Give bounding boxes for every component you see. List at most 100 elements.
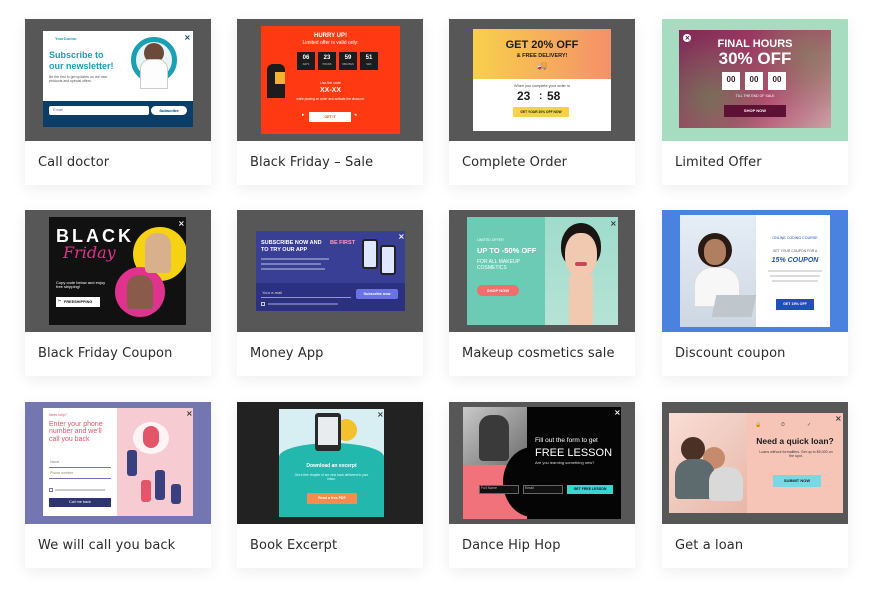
close-icon: × — [614, 408, 621, 417]
countdown-minutes: 59 — [344, 55, 352, 61]
popup-preview: Need help? Enter your phone number and w… — [43, 408, 193, 516]
template-card-book-excerpt[interactable]: Download an excerpt Get a free chapter o… — [237, 402, 423, 568]
template-card-get-a-loan[interactable]: 🔒 ⏱ ✓ Need a quick loan? Loans without f… — [662, 402, 848, 568]
promo-code: XX-XX — [319, 87, 341, 94]
template-preview: ONLINE CODING COURSE GET YOUR COUPON FOR… — [662, 210, 848, 332]
template-name: Book Excerpt — [250, 538, 338, 553]
scissors-icon: ✂ — [58, 298, 62, 303]
countdown-hours: 23 — [323, 55, 331, 61]
template-card-black-friday-sale[interactable]: HURRY UP! Limited offer is valid only: 0… — [237, 19, 423, 185]
popup-preview: Fill out the form to get FREE LESSON Are… — [463, 407, 621, 519]
popup-title: Need a quick loan? — [756, 436, 834, 446]
countdown-minutes: 00 — [749, 75, 759, 84]
popup-body: Loans without formalities. Get up to $5,… — [759, 450, 833, 458]
close-icon: × — [835, 414, 842, 423]
popup-note: TILL THE END OF SALE — [735, 94, 775, 98]
countdown-days: 06 — [302, 55, 310, 61]
get-coupon-button: GET 15% OFF — [776, 299, 814, 310]
popup-preview: YourDoctor Subscribe to our newsletter! … — [43, 31, 193, 127]
timer-separator: : — [539, 91, 543, 102]
get-lesson-button: GET FREE LESSON — [567, 485, 613, 494]
popup-preview: SUBSCRIBE NOW AND BE FIRST TO TRY OUR AP… — [256, 231, 405, 311]
countdown-hours: 00 — [726, 75, 736, 84]
brand-name: YourDoctor — [55, 36, 77, 41]
template-preview: LIMITED OFFER UP TO -50% OFF FOR ALL MAK… — [449, 210, 635, 332]
close-icon: × — [186, 409, 193, 418]
clock-icon: ⏱ — [781, 422, 785, 428]
template-name: Complete Order — [462, 155, 568, 170]
template-preview: 🔒 ⏱ ✓ Need a quick loan? Loans without f… — [662, 402, 848, 524]
template-card-we-will-call-you-back[interactable]: Need help? Enter your phone number and w… — [25, 402, 211, 568]
popup-preview: ONLINE CODING COURSE GET YOUR COUPON FOR… — [680, 215, 830, 327]
popup-small: GET YOUR COUPON FOR A — [772, 249, 818, 253]
popup-title: SUBSCRIBE NOW AND — [261, 240, 322, 246]
popup-line3: Are you learning something new? — [535, 460, 595, 465]
popup-title: Enter your phone number and we'll call y… — [49, 421, 103, 443]
close-icon: × — [684, 33, 691, 42]
template-card-money-app[interactable]: SUBSCRIBE NOW AND BE FIRST TO TRY OUR AP… — [237, 210, 423, 376]
template-card-discount-coupon[interactable]: ONLINE CODING COURSE GET YOUR COUPON FOR… — [662, 210, 848, 376]
popup-title: Subscribe to — [49, 50, 104, 60]
popup-title-line2: our newsletter! — [49, 61, 114, 71]
arrow-left-icon: ◂ — [354, 112, 357, 118]
close-icon: × — [184, 33, 191, 42]
submit-now-button: SUBMIT NOW — [773, 475, 821, 487]
template-card-call-doctor[interactable]: YourDoctor Subscribe to our newsletter! … — [25, 19, 211, 185]
template-name: Money App — [250, 346, 324, 361]
countdown-unit: SEC — [366, 63, 372, 66]
popup-subheadline: FOR ALL MAKEUP COSMETICS — [477, 259, 520, 271]
popup-subheadline: & FREE DELIVERY! — [516, 53, 568, 59]
popup-subtitle: Limited offer is valid only: — [302, 40, 359, 46]
template-card-complete-order[interactable]: GET 20% OFF & FREE DELIVERY! 🚚 When you … — [449, 19, 635, 185]
popup-note: When you complete your order in — [514, 84, 570, 88]
name-field: Name — [50, 460, 60, 464]
truck-icon: 🚚 — [537, 61, 547, 70]
popup-word-friday: Friday — [63, 243, 116, 262]
popup-title-accent: BE FIRST — [330, 240, 356, 246]
get-it-button: GET IT — [309, 112, 351, 122]
timer-minutes: 23 — [517, 89, 531, 103]
template-preview: HURRY UP! Limited offer is valid only: 0… — [237, 19, 423, 141]
popup-title-line2: TO TRY OUR APP — [261, 247, 308, 253]
email-field: Your e-mail — [262, 290, 283, 295]
template-preview: BLACK Friday Copy code below and enjoy f… — [25, 210, 211, 332]
popup-preview: HURRY UP! Limited offer is valid only: 0… — [261, 26, 400, 134]
template-preview: Download an excerpt Get a free chapter o… — [237, 402, 423, 524]
coupon-code: FREESHIPPING — [64, 300, 93, 304]
popup-kicker: Need help? — [49, 413, 67, 417]
subscribe-button: Subscribe now — [356, 289, 398, 299]
template-preview: FINAL HOURS 30% OFF 00 00 00 TILL THE EN… — [662, 19, 848, 141]
popup-kicker: LIMITED OFFER — [477, 238, 504, 242]
popup-headline: UP TO -50% OFF — [477, 246, 537, 255]
countdown-seconds: 51 — [365, 55, 373, 61]
close-icon: × — [178, 219, 185, 228]
close-icon: × — [377, 410, 384, 419]
countdown-unit: HOURS — [322, 63, 332, 66]
arrow-right-icon: ▸ — [302, 112, 305, 118]
template-name: We will call you back — [38, 538, 176, 553]
countdown-unit: MINUTES — [342, 63, 354, 66]
subscribe-button: Subscribe — [151, 106, 187, 115]
popup-preview: 🔒 ⏱ ✓ Need a quick loan? Loans without f… — [669, 413, 843, 513]
popup-headline: 15% COUPON — [771, 257, 819, 264]
get-discount-button: GET YOUR 20% OFF NOW — [513, 107, 569, 117]
template-preview: YourDoctor Subscribe to our newsletter! … — [25, 19, 211, 141]
popup-body: Get a free chapter of our new book deliv… — [294, 473, 369, 481]
read-pdf-button: Read a free PDF — [307, 493, 357, 504]
popup-title: HURRY UP! — [313, 33, 347, 39]
code-label: Use the code — [320, 81, 341, 85]
template-name: Black Friday Coupon — [38, 346, 173, 361]
template-card-black-friday-coupon[interactable]: BLACK Friday Copy code below and enjoy f… — [25, 210, 211, 376]
template-name: Discount coupon — [675, 346, 786, 361]
template-card-limited-offer[interactable]: FINAL HOURS 30% OFF 00 00 00 TILL THE EN… — [662, 19, 848, 185]
popup-preview: GET 20% OFF & FREE DELIVERY! 🚚 When you … — [473, 29, 611, 131]
template-name: Get a loan — [675, 538, 744, 553]
popup-line2: FREE LESSON — [535, 447, 613, 459]
template-card-dance-hip-hop[interactable]: Fill out the form to get FREE LESSON Are… — [449, 402, 635, 568]
popup-title: Download an excerpt — [306, 463, 357, 469]
popup-offer: 30% OFF — [718, 49, 792, 68]
template-preview: Need help? Enter your phone number and w… — [25, 402, 211, 524]
template-card-makeup-cosmetics-sale[interactable]: LIMITED OFFER UP TO -50% OFF FOR ALL MAK… — [449, 210, 635, 376]
countdown-seconds: 00 — [772, 75, 782, 84]
shop-now-button: SHOP NOW — [724, 105, 786, 117]
